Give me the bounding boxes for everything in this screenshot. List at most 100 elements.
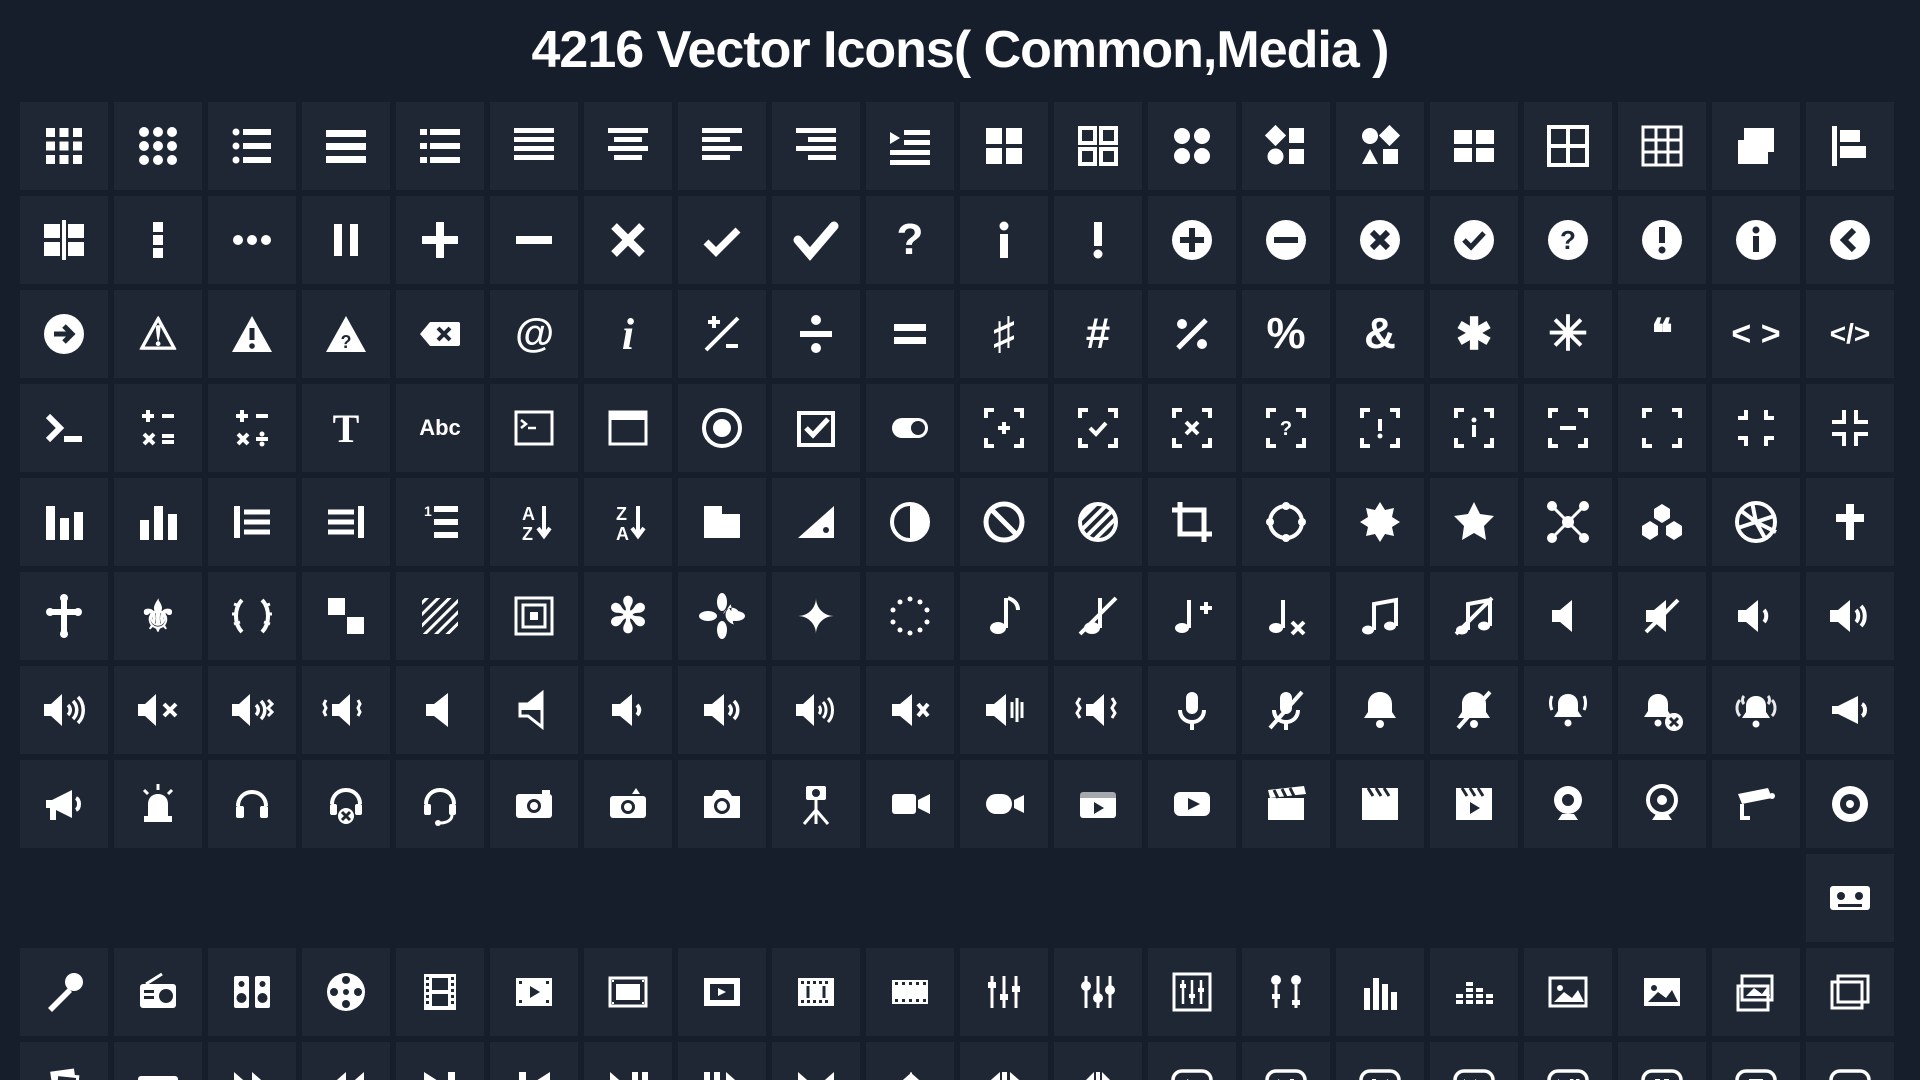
- checkbox-icon[interactable]: [772, 384, 860, 472]
- list-bullets-icon[interactable]: [208, 102, 296, 190]
- gallery-icon[interactable]: [1712, 948, 1800, 1036]
- film-reel-icon[interactable]: [302, 948, 390, 1036]
- indent-increase-icon[interactable]: [208, 478, 296, 566]
- siren-icon[interactable]: [114, 760, 202, 848]
- speaker-wave3-icon[interactable]: [772, 666, 860, 754]
- ornate-cross-icon[interactable]: [20, 572, 108, 660]
- plus-icon[interactable]: [396, 196, 484, 284]
- volume-loud-icon[interactable]: [20, 666, 108, 754]
- volume-vibrate-icon[interactable]: [208, 666, 296, 754]
- close-x-icon[interactable]: [584, 196, 672, 284]
- skip-next-icon[interactable]: [396, 1042, 484, 1080]
- align-center-icon[interactable]: [584, 102, 672, 190]
- video-solid-icon[interactable]: [960, 760, 1048, 848]
- x-circle-icon[interactable]: [1336, 196, 1424, 284]
- asterisk-6-icon[interactable]: ✱: [1430, 290, 1518, 378]
- calc-sci-icon[interactable]: [208, 384, 296, 472]
- aperture-icon[interactable]: [1712, 478, 1800, 566]
- plus-minus-icon[interactable]: [678, 290, 766, 378]
- pause-play-icon[interactable]: [678, 1042, 766, 1080]
- exclaim-circle-icon[interactable]: [1618, 196, 1706, 284]
- camera-flash-icon[interactable]: [584, 760, 672, 848]
- film-segment-icon[interactable]: [866, 948, 954, 1036]
- tiles-2x2-icon[interactable]: [1430, 102, 1518, 190]
- equalizer-levels-icon[interactable]: [1430, 948, 1518, 1036]
- warning-triangle-icon[interactable]: ⚠: [114, 290, 202, 378]
- hub-nodes-icon[interactable]: [1524, 478, 1612, 566]
- pause-rounded-icon[interactable]: [1618, 1042, 1706, 1080]
- calc-basic-icon[interactable]: [114, 384, 202, 472]
- split-squares-icon[interactable]: [20, 196, 108, 284]
- window-icon[interactable]: [584, 384, 672, 472]
- microphone-slash-icon[interactable]: [1242, 666, 1330, 754]
- terminal-prompt-icon[interactable]: [20, 384, 108, 472]
- mic-waves-icon[interactable]: [960, 666, 1048, 754]
- numbered-list-icon[interactable]: 1: [396, 478, 484, 566]
- warning-triangle-solid-icon[interactable]: [208, 290, 296, 378]
- stop-rounded-icon[interactable]: [1712, 1042, 1800, 1080]
- speaker-wave1-icon[interactable]: [584, 666, 672, 754]
- focus-exclaim-icon[interactable]: [1336, 384, 1424, 472]
- hatch-circle-icon[interactable]: [1054, 478, 1142, 566]
- megaphone-icon[interactable]: [1806, 666, 1894, 754]
- exclaim-icon[interactable]: [1054, 196, 1142, 284]
- quote-open-icon[interactable]: ❝: [1618, 290, 1706, 378]
- no-entry-icon[interactable]: [960, 478, 1048, 566]
- pause-bars-icon[interactable]: [302, 196, 390, 284]
- eject-rounded-icon[interactable]: [1806, 1042, 1894, 1080]
- cassette-tape-icon[interactable]: [1806, 854, 1894, 942]
- shapes-mixed-icon[interactable]: [1242, 102, 1330, 190]
- clapperboard-icon[interactable]: [1242, 760, 1330, 848]
- image-icon[interactable]: [1524, 948, 1612, 1036]
- speaker-low-icon[interactable]: [1712, 572, 1800, 660]
- headset-talk-icon[interactable]: [396, 760, 484, 848]
- speaker-wave2-icon[interactable]: [678, 666, 766, 754]
- speaker-off-x-icon[interactable]: [866, 666, 954, 754]
- tab-browser-icon[interactable]: [678, 478, 766, 566]
- check-bold-icon[interactable]: [772, 196, 860, 284]
- fast-forward-icon[interactable]: [208, 1042, 296, 1080]
- megaphone-alt-icon[interactable]: [20, 760, 108, 848]
- speaker-solid-icon[interactable]: [396, 666, 484, 754]
- hash-icon[interactable]: #: [1054, 290, 1142, 378]
- focus-question-icon[interactable]: ?: [1242, 384, 1330, 472]
- disc-target-icon[interactable]: [1806, 760, 1894, 848]
- skip-prev-icon[interactable]: [490, 1042, 578, 1080]
- music-note-icon[interactable]: [960, 572, 1048, 660]
- four-squares-outline-icon[interactable]: [1054, 102, 1142, 190]
- bell-icon[interactable]: [1336, 666, 1424, 754]
- honeycomb-icon[interactable]: [1618, 478, 1706, 566]
- terminal-window-icon[interactable]: [490, 384, 578, 472]
- volume-shake-icon[interactable]: [302, 666, 390, 754]
- focus-x-icon[interactable]: [1148, 384, 1236, 472]
- cctv-camera-icon[interactable]: [1712, 760, 1800, 848]
- indent-decrease-icon[interactable]: [302, 478, 390, 566]
- film-strip-icon[interactable]: [396, 948, 484, 1036]
- camera-icon[interactable]: [678, 760, 766, 848]
- radio-icon[interactable]: [114, 948, 202, 1036]
- question-mark-icon[interactable]: ?: [866, 196, 954, 284]
- divide-icon[interactable]: [772, 290, 860, 378]
- exit-fullscreen-alt-icon[interactable]: [1806, 384, 1894, 472]
- webcam-icon[interactable]: [1524, 760, 1612, 848]
- film-frame-icon[interactable]: [584, 948, 672, 1036]
- camera-compact-icon[interactable]: [490, 760, 578, 848]
- minus-circle-icon[interactable]: [1242, 196, 1330, 284]
- percent-icon[interactable]: %: [1242, 290, 1330, 378]
- microphone-stage-icon[interactable]: [20, 948, 108, 1036]
- focus-ring-icon[interactable]: [1242, 478, 1330, 566]
- text-t-icon[interactable]: T: [302, 384, 390, 472]
- film-roll-icon[interactable]: [772, 948, 860, 1036]
- headset-icon[interactable]: [208, 760, 296, 848]
- ff-rounded-icon[interactable]: [1430, 1042, 1518, 1080]
- tiles-outline-icon[interactable]: [1524, 102, 1612, 190]
- exit-fullscreen-icon[interactable]: [1712, 384, 1800, 472]
- grid-dots-icon[interactable]: [114, 102, 202, 190]
- plus-circle-icon[interactable]: [1148, 196, 1236, 284]
- checker-2x2-icon[interactable]: [302, 572, 390, 660]
- four-circles-icon[interactable]: [1148, 102, 1236, 190]
- indent-icon[interactable]: [866, 102, 954, 190]
- record-circle-icon[interactable]: [678, 384, 766, 472]
- angle-measure-icon[interactable]: [772, 478, 860, 566]
- more-horizontal-icon[interactable]: [208, 196, 296, 284]
